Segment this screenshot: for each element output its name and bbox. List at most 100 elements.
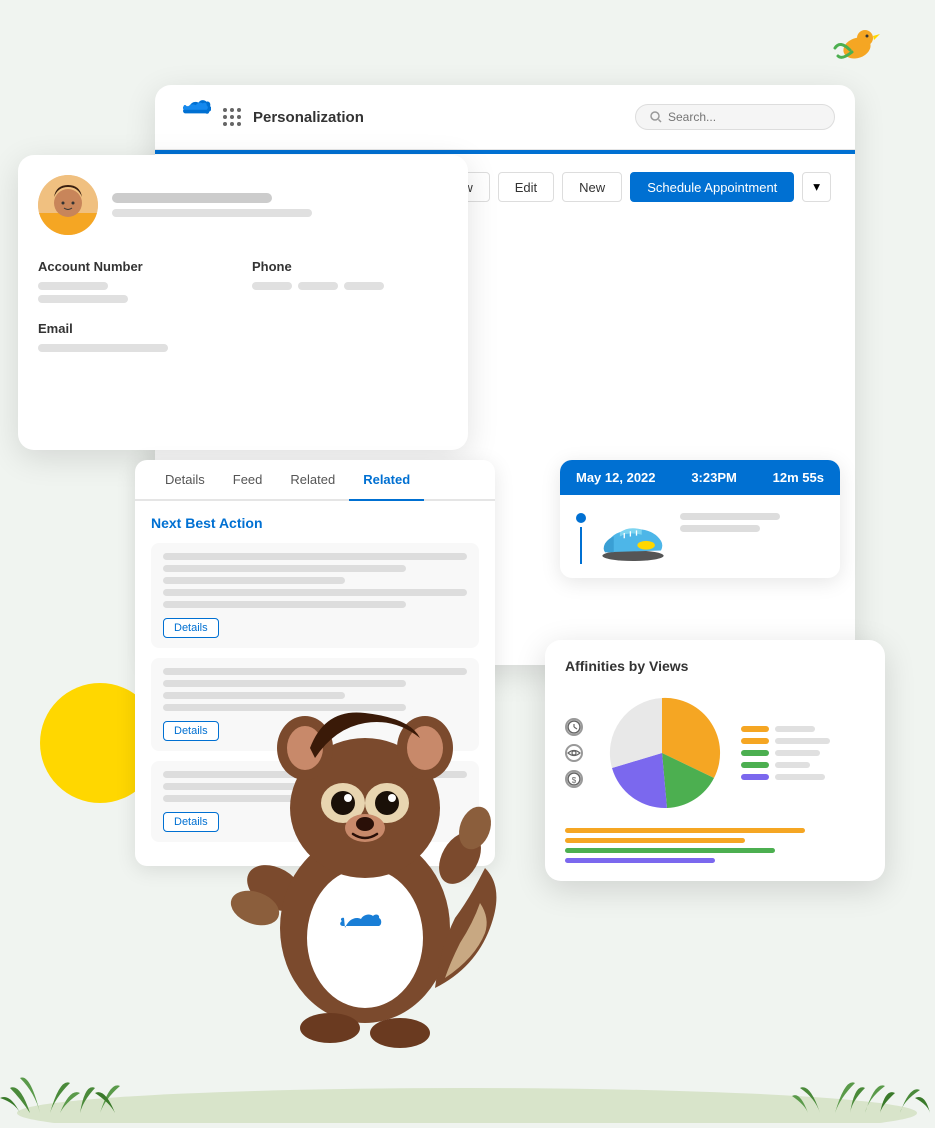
search-input[interactable] (668, 110, 818, 124)
new-button[interactable]: New (562, 172, 622, 202)
legend-item-3 (741, 750, 830, 756)
bottom-line-3 (565, 848, 775, 853)
name-line-1 (112, 193, 272, 203)
nba-card-3: Details (151, 761, 479, 842)
shoe-image (598, 509, 668, 564)
timeline-date: May 12, 2022 (576, 470, 656, 485)
legend-text-2 (775, 738, 830, 744)
legend-color-yellow (741, 726, 769, 732)
search-icon (650, 111, 662, 123)
legend-item-4 (741, 762, 830, 768)
timeline-header: May 12, 2022 3:23PM 12m 55s (560, 460, 840, 495)
nba-line-2 (163, 565, 406, 572)
legend-item-1 (741, 726, 830, 732)
legend-text-4 (775, 762, 810, 768)
name-line-2 (112, 209, 312, 217)
phone-line-1 (252, 282, 292, 290)
nba-card2-line-4 (163, 704, 406, 711)
nba-card-1-lines (163, 553, 467, 608)
email-values (38, 344, 234, 352)
dollar-icon: $ (565, 770, 583, 788)
salesforce-logo (175, 99, 211, 135)
nba-details-button-1[interactable]: Details (163, 618, 219, 638)
timeline-dot-line (576, 509, 586, 564)
acc-line-1 (38, 282, 108, 290)
tab-feed[interactable]: Feed (219, 460, 277, 499)
schedule-button[interactable]: Schedule Appointment (630, 172, 794, 202)
nba-card3-line-1 (163, 771, 467, 778)
legend-color-green-2 (741, 762, 769, 768)
tabs-row: Details Feed Related Related (135, 460, 495, 501)
email-line-1 (38, 344, 168, 352)
timeline-panel: May 12, 2022 3:23PM 12m 55s (560, 460, 840, 578)
chart-legend (741, 726, 830, 780)
timeline-time: 3:23PM (691, 470, 737, 485)
search-bar[interactable] (635, 104, 835, 130)
acc-line-2 (38, 295, 128, 303)
nba-card-1: Details (151, 543, 479, 648)
timeline-dot (576, 513, 586, 523)
nba-title: Next Best Action (151, 515, 479, 531)
nba-card-3-lines (163, 771, 467, 802)
dropdown-button[interactable]: ▾ (802, 172, 831, 202)
eye-icon (565, 744, 583, 762)
shoe-line-1 (680, 513, 780, 520)
phone-line-3 (344, 282, 384, 290)
timeline-duration: 12m 55s (773, 470, 824, 485)
profile-name-area (112, 193, 312, 217)
email-field: Email (38, 321, 234, 352)
nba-card2-line-2 (163, 680, 406, 687)
edit-button[interactable]: Edit (498, 172, 554, 202)
legend-text-5 (775, 774, 825, 780)
timeline-body (560, 495, 840, 578)
timeline-line (580, 527, 582, 564)
legend-item-5 (741, 774, 830, 780)
affinities-body: $ (565, 688, 865, 818)
legend-item-2 (741, 738, 830, 744)
email-label: Email (38, 321, 234, 336)
nba-card2-line-3 (163, 692, 345, 699)
legend-color-yellow-2 (741, 738, 769, 744)
legend-text-1 (775, 726, 815, 732)
profile-panel: Account Number Phone Email (18, 155, 468, 450)
nba-details-button-2[interactable]: Details (163, 721, 219, 741)
avatar (38, 175, 98, 235)
timeline-content (598, 509, 780, 564)
phone-field: Phone (252, 259, 448, 303)
shoe-description-lines (680, 509, 780, 532)
panel-header: Personalization (155, 85, 855, 150)
tab-details[interactable]: Details (151, 460, 219, 499)
account-number-label: Account Number (38, 259, 234, 274)
tab-related-2[interactable]: Related (349, 460, 424, 499)
legend-color-green (741, 750, 769, 756)
nba-line-4 (163, 589, 467, 596)
app-grid-icon (223, 108, 241, 126)
nba-details-button-3[interactable]: Details (163, 812, 219, 832)
bottom-legend-lines (565, 828, 865, 863)
nba-card-2-lines (163, 668, 467, 711)
affinities-panel: Affinities by Views $ (545, 640, 885, 881)
panel-title: Personalization (253, 109, 623, 126)
legend-text-3 (775, 750, 820, 756)
ground-decoration (0, 1043, 935, 1123)
nba-line-1 (163, 553, 467, 560)
legend-icons: $ (565, 718, 583, 788)
affinities-title: Affinities by Views (565, 658, 865, 674)
pie-chart (597, 688, 727, 818)
tabs-panel: Details Feed Related Related Next Best A… (135, 460, 495, 866)
bird-decoration (830, 20, 885, 80)
nba-line-3 (163, 577, 345, 584)
bottom-line-1 (565, 828, 805, 833)
profile-fields: Account Number Phone Email (38, 259, 448, 352)
account-number-field: Account Number (38, 259, 234, 303)
nba-card-2: Details (151, 658, 479, 751)
clock-icon (565, 718, 583, 736)
nba-card3-line-3 (163, 795, 345, 802)
phone-label: Phone (252, 259, 448, 274)
svg-text:$: $ (572, 776, 577, 785)
phone-values (252, 282, 448, 290)
shoe-line-2 (680, 525, 760, 532)
tab-related-1[interactable]: Related (276, 460, 349, 499)
nba-card3-line-2 (163, 783, 406, 790)
profile-header (38, 175, 448, 235)
